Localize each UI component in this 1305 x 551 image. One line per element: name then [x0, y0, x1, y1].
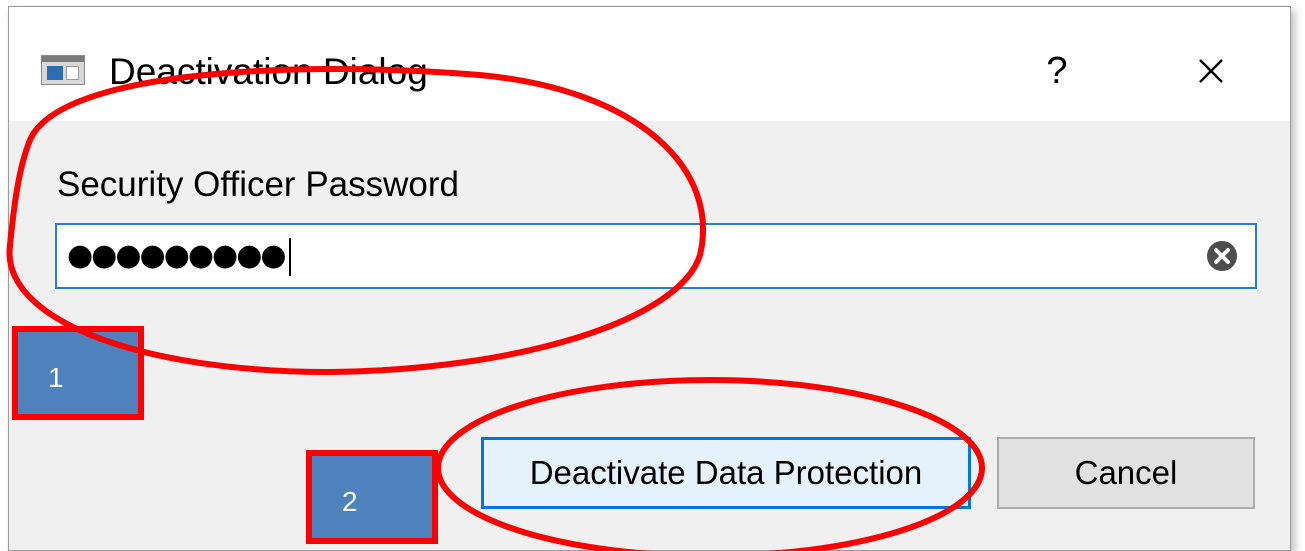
cancel-button[interactable]: Cancel [997, 437, 1255, 509]
app-window-icon [41, 55, 85, 85]
step-2-label: 2 [342, 486, 358, 517]
text-caret [288, 237, 291, 276]
close-button[interactable] [1181, 41, 1241, 101]
clear-input-icon[interactable] [1205, 239, 1239, 273]
step-2-badge: 2 [306, 450, 438, 544]
dialog-title: Deactivation Dialog [109, 51, 428, 92]
title-bar: Deactivation Dialog ? [9, 7, 1290, 121]
password-value: ●●●●●●●●● [67, 233, 291, 279]
screenshot-stage: Deactivation Dialog ? Security Officer P… [0, 0, 1305, 551]
close-icon [1199, 59, 1223, 83]
password-mask: ●●●●●●●●● [67, 238, 287, 273]
deactivation-dialog: Deactivation Dialog ? Security Officer P… [8, 6, 1291, 551]
password-label: Security Officer Password [57, 165, 459, 204]
step-1-badge: 1 [12, 326, 144, 420]
password-field[interactable]: ●●●●●●●●● [55, 223, 1257, 289]
step-1-label: 1 [48, 362, 64, 393]
deactivate-data-protection-button[interactable]: Deactivate Data Protection [481, 437, 971, 509]
help-button[interactable]: ? [1027, 41, 1087, 101]
